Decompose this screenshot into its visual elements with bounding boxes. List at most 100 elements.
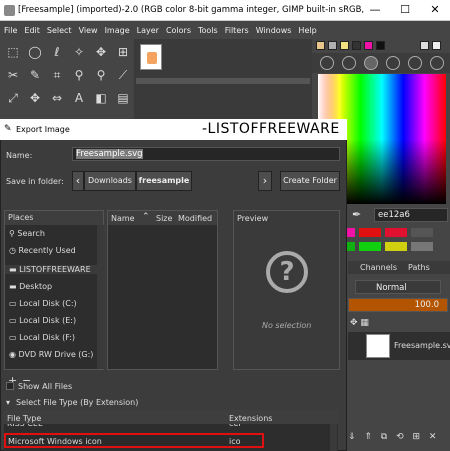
col-name[interactable]: Name: [111, 214, 135, 223]
rect-select-icon[interactable]: ⬚: [4, 43, 22, 61]
expander-icon[interactable]: ▾: [6, 398, 10, 407]
show-all-label[interactable]: Show All Files: [18, 382, 72, 391]
select-filetype-label[interactable]: Select File Type (By Extension): [16, 398, 138, 407]
place-listoffreeware[interactable]: ▬ LISTOFFREEWARE: [5, 265, 103, 274]
menu-select[interactable]: Select: [47, 26, 72, 35]
place-disk-e[interactable]: ▭ Local Disk (E:): [9, 316, 76, 325]
filename-input[interactable]: Freesample.svg: [72, 147, 340, 161]
opacity-slider[interactable]: 100.0: [348, 298, 448, 312]
places-scrollbar[interactable]: [97, 225, 104, 369]
mode-select[interactable]: Normal: [355, 280, 441, 294]
color-swatch-3[interactable]: [340, 41, 349, 50]
question-icon: ?: [266, 251, 308, 293]
tab-icon-3[interactable]: [364, 56, 378, 70]
col-size[interactable]: Size: [156, 214, 172, 223]
fill-icon[interactable]: ◧: [92, 89, 110, 107]
menu-filters[interactable]: Filters: [225, 26, 249, 35]
tab-icon-1[interactable]: [320, 56, 334, 70]
layer-row[interactable]: Freesample.svg: [348, 332, 450, 360]
palette-swatch[interactable]: [385, 242, 407, 251]
palette-swatch[interactable]: [411, 242, 433, 251]
tab-icon-2[interactable]: [342, 56, 356, 70]
minimize-button[interactable]: —: [360, 0, 390, 20]
color-picker-icon[interactable]: ⚲: [70, 66, 88, 84]
transform-icon[interactable]: ⤢: [4, 89, 22, 107]
menu-edit[interactable]: Edit: [24, 26, 40, 35]
place-recent[interactable]: ◷ Recently Used: [9, 246, 76, 255]
tab-channels[interactable]: Channels: [360, 263, 397, 272]
place-desktop[interactable]: ▬ Desktop: [9, 282, 52, 291]
tab-icon-5[interactable]: [408, 56, 422, 70]
menu-help[interactable]: Help: [298, 26, 316, 35]
scissors-icon[interactable]: ✂: [4, 66, 22, 84]
color-swatch-6[interactable]: [376, 41, 385, 50]
layer-name[interactable]: Freesample.svg: [394, 341, 450, 350]
filetype-row[interactable]: KISS CEL cel: [4, 424, 338, 431]
menu-tools[interactable]: Tools: [198, 26, 218, 35]
palette-swatch[interactable]: [359, 228, 381, 237]
warp-icon[interactable]: ✥: [26, 89, 44, 107]
color-swatch-8[interactable]: [432, 41, 441, 50]
breadcrumb-forward-button[interactable]: ›: [258, 171, 272, 191]
menu-colors[interactable]: Colors: [166, 26, 191, 35]
align-icon[interactable]: ⊞: [114, 43, 132, 61]
lock-icons[interactable]: ✥ ▦: [350, 318, 448, 330]
col-extensions[interactable]: Extensions: [229, 414, 272, 423]
place-disk-c[interactable]: ▭ Local Disk (C:): [9, 299, 77, 308]
tab-icon-6[interactable]: [430, 56, 444, 70]
save-in-label: Save in folder:: [6, 177, 64, 186]
maximize-button[interactable]: ☐: [390, 0, 420, 20]
move-icon[interactable]: ✥: [92, 43, 110, 61]
tab-icon-4[interactable]: [386, 56, 400, 70]
disc-icon: ◉: [9, 350, 19, 359]
color-swatch-2[interactable]: [328, 41, 337, 50]
filetype-row-selected[interactable]: Microsoft Windows icon ico: [4, 433, 264, 448]
layer-action-icons[interactable]: ⇓ ⇑ ⧉ ⟲ ⊞ ✕: [348, 432, 450, 444]
measure-icon[interactable]: ⟋: [114, 66, 132, 84]
filetype-scrollbar[interactable]: [330, 424, 337, 451]
palette-swatches: [345, 228, 448, 258]
gradient-icon[interactable]: ▤: [114, 89, 132, 107]
color-swatch-4[interactable]: [352, 41, 361, 50]
col-file-type[interactable]: File Type: [7, 414, 41, 423]
palette-swatch[interactable]: [359, 242, 381, 251]
place-dvd[interactable]: ◉ DVD RW Drive (G:): [9, 350, 93, 359]
menu-bar: File Edit Select View Image Layer Colors…: [0, 21, 450, 39]
zoom-icon[interactable]: ⚲: [92, 66, 110, 84]
hex-input[interactable]: ee12a6: [374, 208, 448, 222]
place-search[interactable]: ⚲ Search: [9, 229, 45, 238]
ellipse-select-icon[interactable]: ◯: [26, 43, 44, 61]
create-folder-button[interactable]: Create Folder: [280, 171, 340, 191]
palette-swatch[interactable]: [411, 228, 433, 237]
col-modified[interactable]: Modified: [178, 214, 212, 223]
breadcrumb-downloads[interactable]: Downloads: [84, 171, 136, 191]
palette-swatch[interactable]: [385, 228, 407, 237]
window-title: [Freesample] (imported)-2.0 (RGB color 8…: [18, 5, 366, 15]
eyedropper-icon[interactable]: ✒: [352, 208, 368, 222]
image-tab-thumbnail[interactable]: [140, 44, 162, 70]
crop-icon[interactable]: ⌗: [48, 66, 66, 84]
flip-icon[interactable]: ⇔: [48, 89, 66, 107]
menu-file[interactable]: File: [4, 26, 17, 35]
breadcrumb-back-button[interactable]: ‹: [72, 171, 84, 191]
drive-icon: ▭: [9, 299, 20, 308]
menu-layer[interactable]: Layer: [137, 26, 159, 35]
fuzzy-select-icon[interactable]: ✧: [70, 43, 88, 61]
menu-image[interactable]: Image: [105, 26, 130, 35]
menu-windows[interactable]: Windows: [256, 26, 292, 35]
show-all-checkbox[interactable]: [6, 382, 14, 390]
tab-paths[interactable]: Paths: [408, 263, 430, 272]
text-icon[interactable]: A: [70, 89, 88, 107]
sort-up-icon: ⌃: [142, 212, 150, 222]
close-button[interactable]: ✕: [420, 0, 450, 20]
preview-panel: Preview ? No selection: [233, 210, 340, 370]
breadcrumb-freesample[interactable]: freesample: [136, 171, 192, 191]
filetype-table: File Type Extensions KISS CEL cel Micros…: [4, 410, 338, 451]
color-swatch-7[interactable]: [420, 41, 429, 50]
paths-icon[interactable]: ✎: [26, 66, 44, 84]
place-disk-f[interactable]: ▭ Local Disk (F:): [9, 333, 75, 342]
color-swatch-5[interactable]: [364, 41, 373, 50]
color-swatch-1[interactable]: [316, 41, 325, 50]
free-select-icon[interactable]: ℓ: [48, 43, 66, 61]
menu-view[interactable]: View: [79, 26, 98, 35]
